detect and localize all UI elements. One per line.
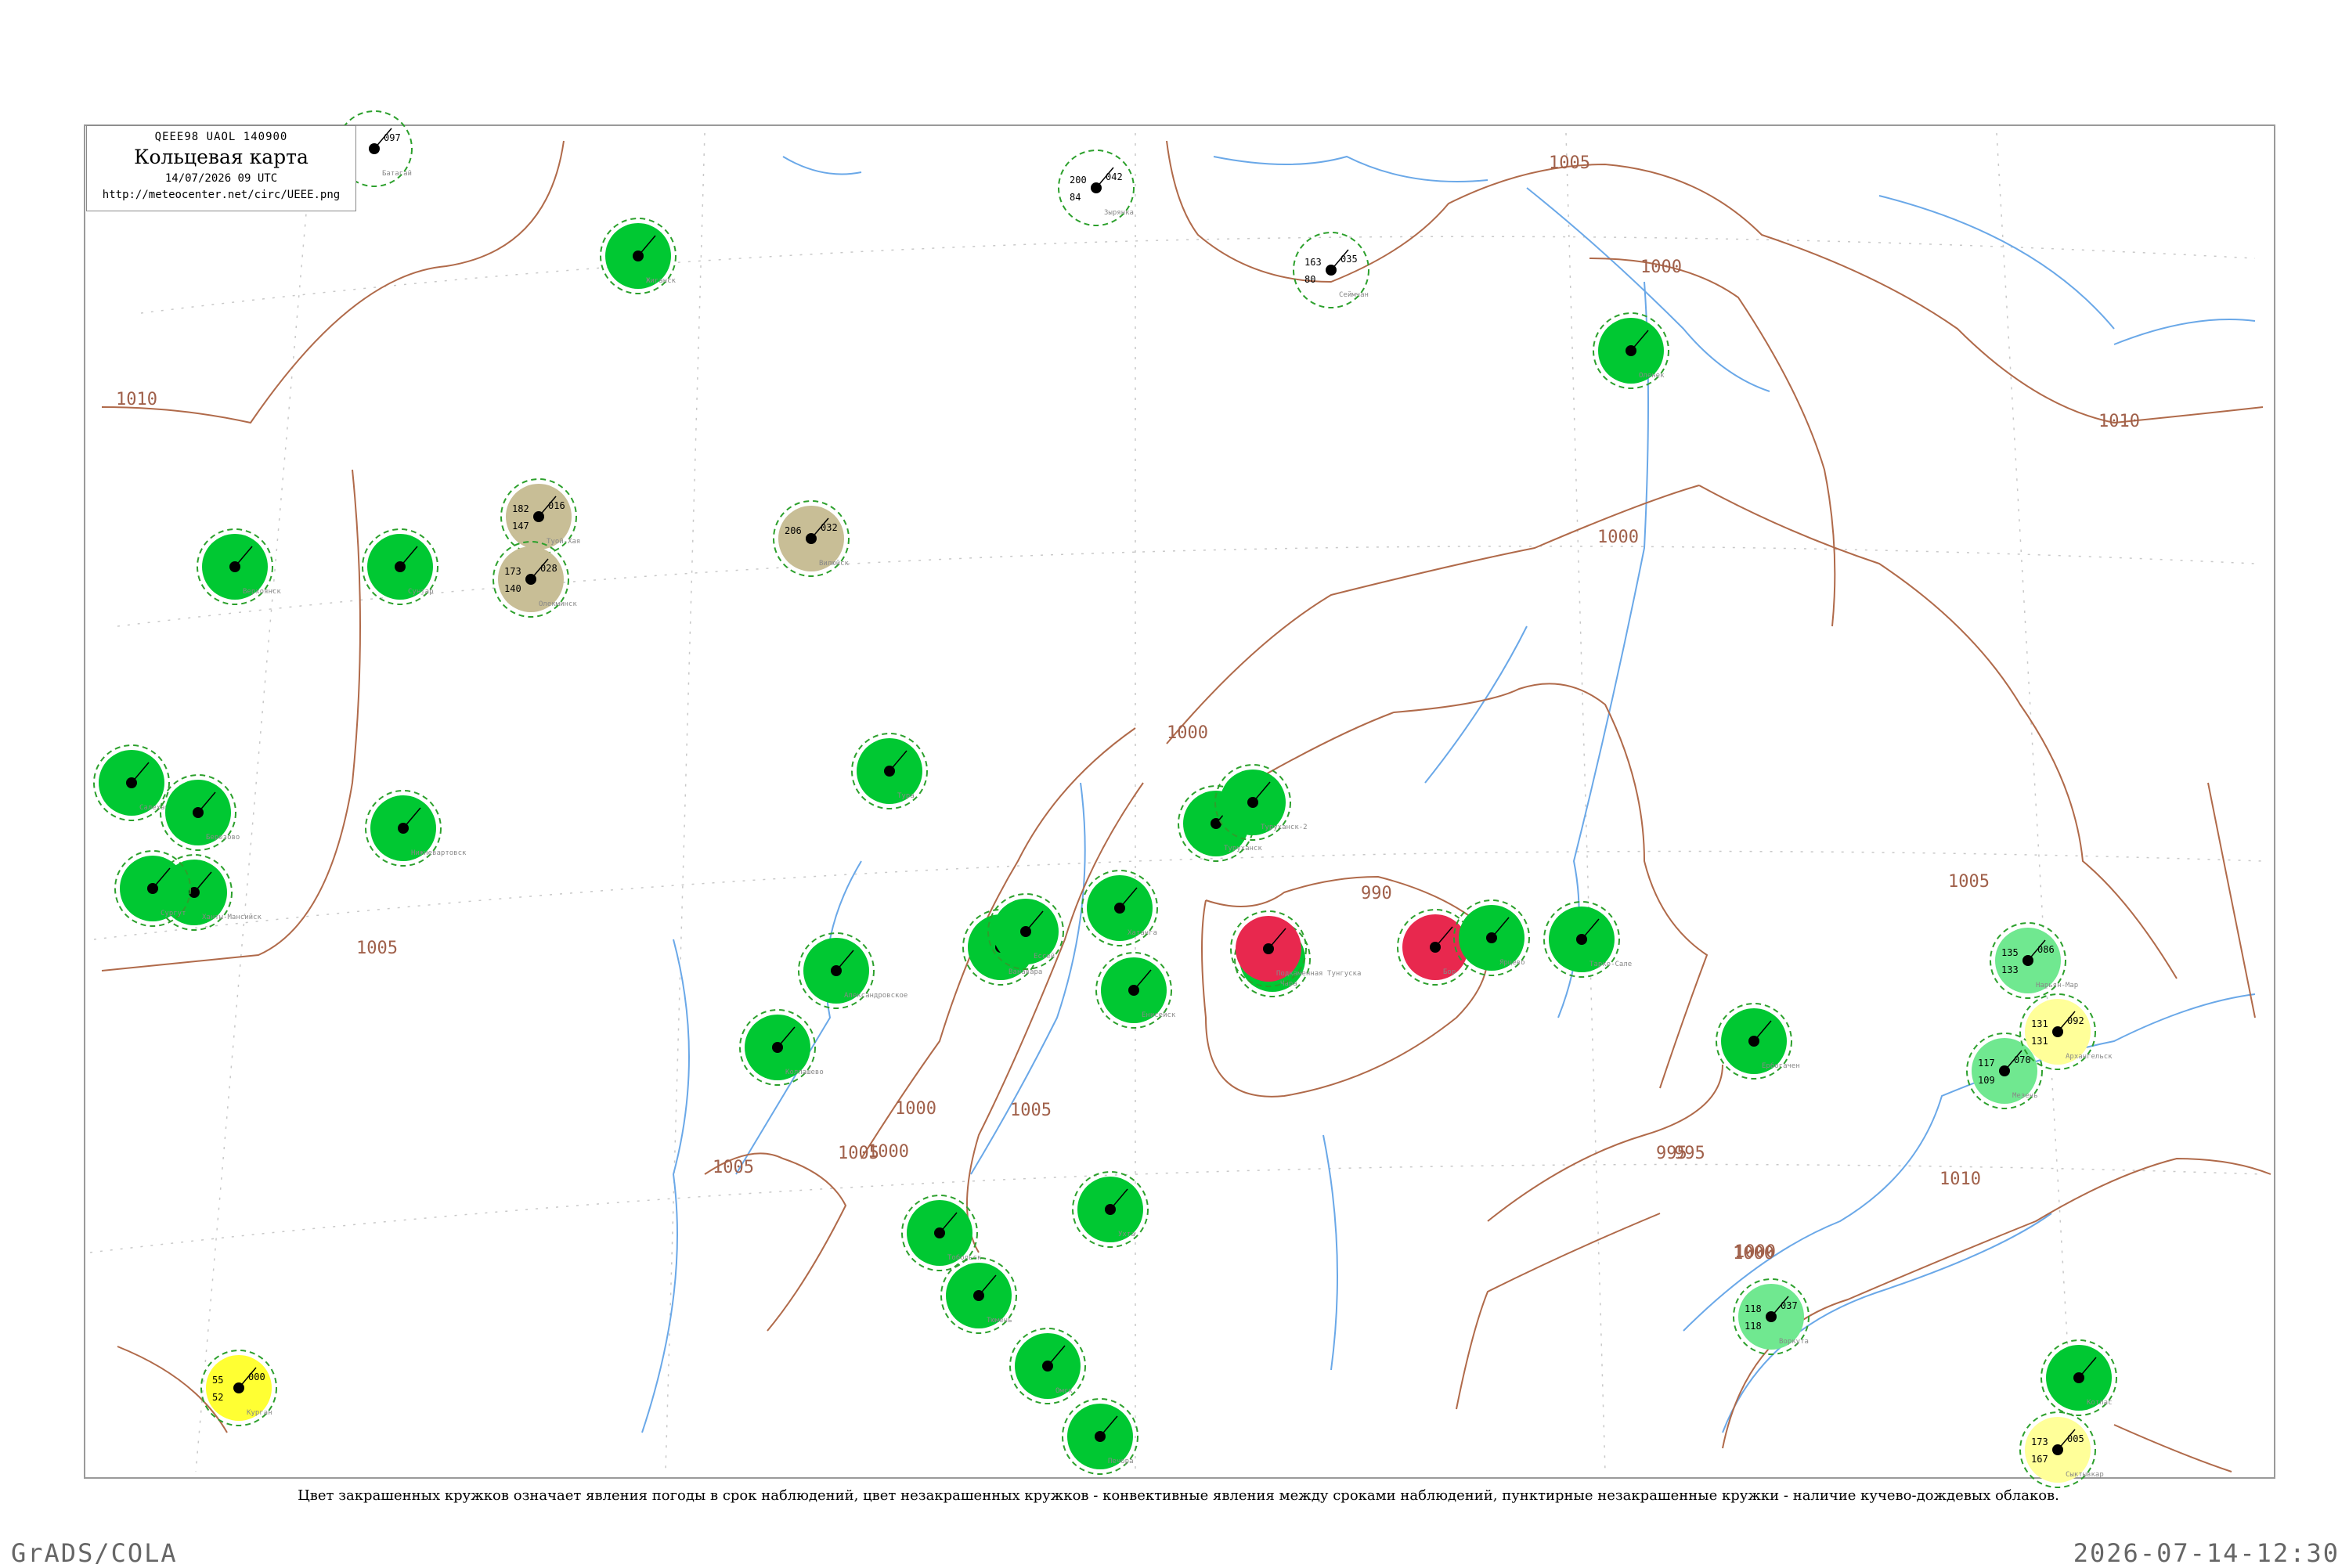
- generation-timestamp: 2026-07-14-12:30: [2073, 1538, 2340, 1568]
- station-dewpoint: 118: [1745, 1321, 1762, 1332]
- station-pressure: 037: [1781, 1300, 1798, 1311]
- station-name: Ессей: [1034, 953, 1055, 961]
- station-pressure: 086: [2037, 944, 2055, 955]
- isobar-label: 995: [1656, 1144, 1687, 1163]
- station-temperature: 200: [1070, 175, 1087, 186]
- isobar-label: 1010: [1939, 1170, 1981, 1189]
- station-pressure: 097: [384, 132, 401, 143]
- station-temperature: 173: [2031, 1436, 2048, 1447]
- station-temperature: 173: [504, 566, 521, 577]
- isobar-label: 1005: [713, 1158, 754, 1177]
- station-name: Сунтар: [408, 588, 434, 596]
- station-name: Ербогачен: [1762, 1062, 1800, 1070]
- isobar-label: 1005: [356, 939, 398, 958]
- isobar-label: 1010: [116, 390, 157, 409]
- station-dewpoint: 131: [2031, 1036, 2048, 1047]
- station-name: Березово: [206, 834, 240, 842]
- station-dewpoint: 147: [512, 521, 529, 532]
- isobar-label: 1000: [1734, 1242, 1776, 1262]
- station-name: Котлас: [2087, 1399, 2113, 1407]
- station-name: Курган: [247, 1409, 272, 1417]
- isobar-label: 1005: [1549, 153, 1590, 173]
- station-pressure: 005: [2067, 1433, 2084, 1444]
- station-temperature: 118: [1745, 1303, 1762, 1314]
- isobar-label: 1005: [1010, 1101, 1052, 1120]
- isobar-label: 1000: [1640, 258, 1682, 277]
- observation-time: 14/07/2026 09 UTC: [164, 172, 278, 185]
- station-temperature: 182: [512, 503, 529, 514]
- weather-map: 1010 1005 1000 1000 1000 1005 1005 1000 995 990 10…: [0, 0, 2349, 1566]
- station-name: Верхоянск: [243, 588, 281, 596]
- station-name: Енисейск: [1142, 1011, 1176, 1019]
- station-name: Сыктывкар: [2066, 1471, 2104, 1479]
- map-info-box: QEEE98 UAOL 140900 Кольцевая карта 14/07…: [86, 125, 356, 211]
- station-name: Сургут: [161, 910, 186, 917]
- station-pressure: 092: [2067, 1015, 2084, 1026]
- station-dewpoint: 52: [212, 1392, 223, 1403]
- station-name: Тюмень: [987, 1317, 1012, 1325]
- station-pressure: 070: [2014, 1054, 2031, 1065]
- station-name: Зырянка: [1104, 209, 1134, 217]
- station-name: Нижневартовск: [411, 849, 467, 857]
- station-temperature: 135: [2001, 947, 2019, 958]
- station-name: Вилюйск: [819, 560, 850, 568]
- station-name: Ярцево: [1499, 959, 1525, 967]
- station-name: Подкаменная Тунгуска: [1276, 970, 1361, 978]
- station-name: Олекминск: [539, 600, 577, 608]
- station-name: Мезень: [2012, 1092, 2038, 1100]
- station-temperature: 163: [1304, 257, 1322, 268]
- isobar-label: 990: [1361, 884, 1392, 903]
- station-pressure: 042: [1106, 171, 1123, 182]
- station-name: Туой-Хая: [547, 538, 580, 546]
- station-name: Туруханск: [1224, 845, 1262, 852]
- legend-caption: Цвет закрашенных кружков означает явлени…: [298, 1487, 2059, 1504]
- isobar-label: 1000: [895, 1099, 936, 1119]
- station-temperature: 206: [785, 525, 802, 536]
- station-name: Воркута: [1779, 1338, 1809, 1346]
- station-temperature: 55: [212, 1375, 223, 1386]
- station-dewpoint: 109: [1978, 1075, 1995, 1086]
- station-name: Нарьян-Мар: [2036, 982, 2078, 989]
- station-name: Хатанга: [1128, 929, 1157, 937]
- station-name: Ханты-Мансийск: [202, 914, 262, 921]
- station-name: Жиганск: [646, 277, 677, 285]
- source-url: http://meteocenter.net/circ/UEEE.png: [102, 189, 341, 201]
- station-name: Тура: [897, 792, 915, 800]
- station-name: Колпашево: [785, 1069, 824, 1076]
- station-name: Тарко-Сале: [1589, 961, 1632, 968]
- station-dewpoint: 133: [2001, 964, 2019, 975]
- station-name: Ухта: [1118, 1231, 1135, 1238]
- station-pressure: 016: [548, 500, 565, 511]
- station-name: Архангельск: [2066, 1053, 2113, 1061]
- station-name: Александровское: [844, 992, 907, 1000]
- station-pressure: 035: [1340, 254, 1358, 265]
- station-pressure: 032: [821, 522, 838, 533]
- station-name: Омск: [1055, 1387, 1073, 1395]
- station-name: Батагай: [382, 170, 412, 178]
- station-pressure: 028: [540, 563, 557, 574]
- isobar-label: 1005: [1948, 872, 1990, 892]
- station-dewpoint: 80: [1304, 274, 1315, 285]
- isobar-label: 1010: [2098, 412, 2140, 431]
- isobar-label: 1000: [868, 1142, 909, 1162]
- bulletin-code: QEEE98 UAOL 140900: [154, 131, 288, 143]
- station-name: Печора: [1108, 1458, 1134, 1465]
- station-temperature: 131: [2031, 1018, 2048, 1029]
- isobar-label: 1000: [1597, 528, 1639, 547]
- station-name: Сеймчан: [1339, 291, 1369, 299]
- isobar-label: 1000: [1167, 723, 1208, 743]
- station-pressure: 000: [248, 1372, 265, 1382]
- station-dewpoint: 84: [1070, 192, 1081, 203]
- station-dewpoint: 140: [504, 583, 521, 594]
- station-temperature: 117: [1978, 1058, 1995, 1069]
- station-name: Оленек: [1639, 372, 1665, 380]
- station-dewpoint: 167: [2031, 1454, 2048, 1465]
- software-credit: GrADS/COLA: [11, 1538, 178, 1568]
- map-title: Кольцевая карта: [134, 146, 309, 168]
- station-name: Туруханск-2: [1261, 824, 1308, 831]
- station-name: Бор: [1443, 968, 1456, 976]
